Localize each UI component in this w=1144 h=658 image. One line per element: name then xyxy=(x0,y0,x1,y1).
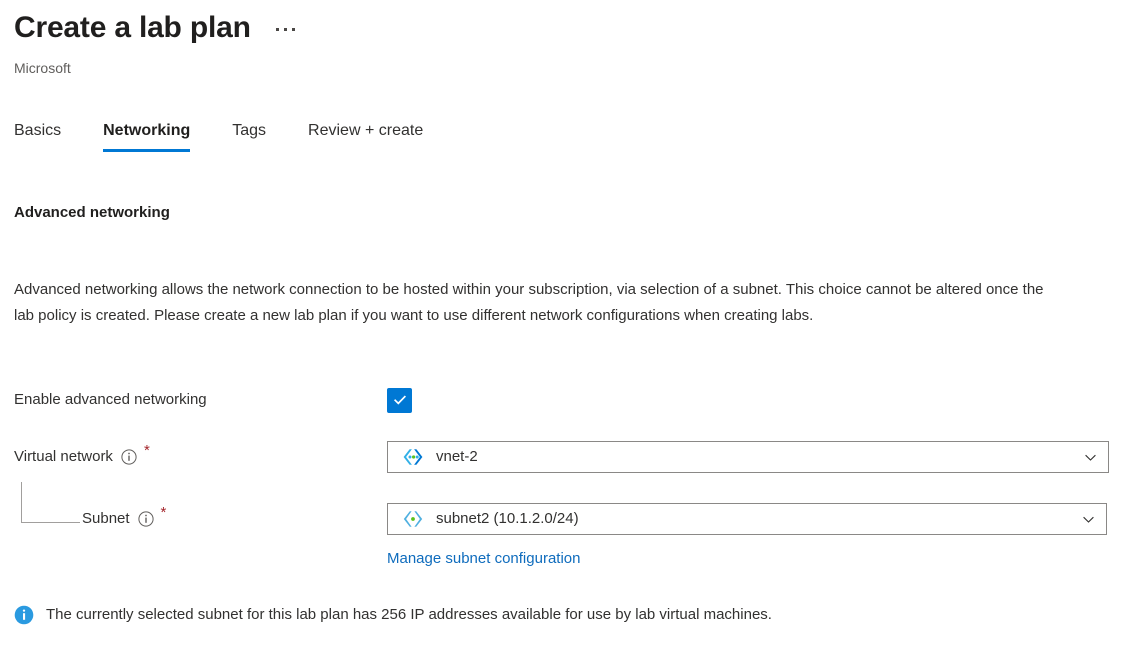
enable-advanced-networking-checkbox[interactable] xyxy=(387,387,412,413)
subnet-info-message: The currently selected subnet for this l… xyxy=(14,604,772,626)
virtual-network-icon xyxy=(402,448,424,466)
tab-review-create[interactable]: Review + create xyxy=(308,120,423,152)
checkmark-icon xyxy=(393,395,406,405)
virtual-network-required-marker: * xyxy=(143,442,150,459)
virtual-network-label: Virtual network xyxy=(14,448,113,465)
page-header: Create a lab plan xyxy=(14,8,296,48)
page-title: Create a lab plan xyxy=(14,11,251,44)
enable-advanced-networking-label-col: Enable advanced networking xyxy=(14,385,387,415)
subnet-required-marker: * xyxy=(160,504,167,521)
subnet-icon xyxy=(402,510,424,528)
tab-networking[interactable]: Networking xyxy=(103,120,191,152)
section-heading: Advanced networking xyxy=(14,204,170,221)
manage-subnet-configuration-link[interactable]: Manage subnet configuration xyxy=(387,548,580,570)
tab-basics[interactable]: Basics xyxy=(14,120,61,152)
tab-bar: Basics Networking Tags Review + create xyxy=(14,120,423,152)
subnet-dropdown[interactable]: subnet2 (10.1.2.0/24) xyxy=(387,503,1107,535)
virtual-network-dropdown[interactable]: vnet-2 xyxy=(387,441,1109,473)
enable-advanced-networking-label: Enable advanced networking xyxy=(14,391,207,408)
subnet-value: subnet2 (10.1.2.0/24) xyxy=(436,510,579,527)
subnet-info-message-text: The currently selected subnet for this l… xyxy=(46,606,772,623)
tree-connector-line xyxy=(21,482,80,523)
enable-advanced-networking-row: Enable advanced networking xyxy=(14,385,412,415)
more-options-icon[interactable] xyxy=(275,26,296,33)
section-description: Advanced networking allows the network c… xyxy=(14,281,1044,324)
info-icon[interactable] xyxy=(121,449,137,465)
info-icon[interactable] xyxy=(137,511,154,527)
tab-tags[interactable]: Tags xyxy=(232,120,266,152)
subnet-row: Subnet * subnet2 (10.1.2.0/24) xyxy=(14,482,1107,535)
chevron-down-icon[interactable] xyxy=(1082,513,1095,526)
subnet-label: Subnet xyxy=(82,510,130,527)
info-filled-icon xyxy=(14,605,34,625)
virtual-network-label-col: Virtual network * xyxy=(14,442,387,472)
virtual-network-value: vnet-2 xyxy=(436,448,478,465)
chevron-down-icon[interactable] xyxy=(1084,451,1097,464)
virtual-network-row: Virtual network * vnet-2 xyxy=(14,441,1109,473)
page-subtitle: Microsoft xyxy=(14,60,71,76)
subnet-label-col: Subnet * xyxy=(14,482,387,534)
